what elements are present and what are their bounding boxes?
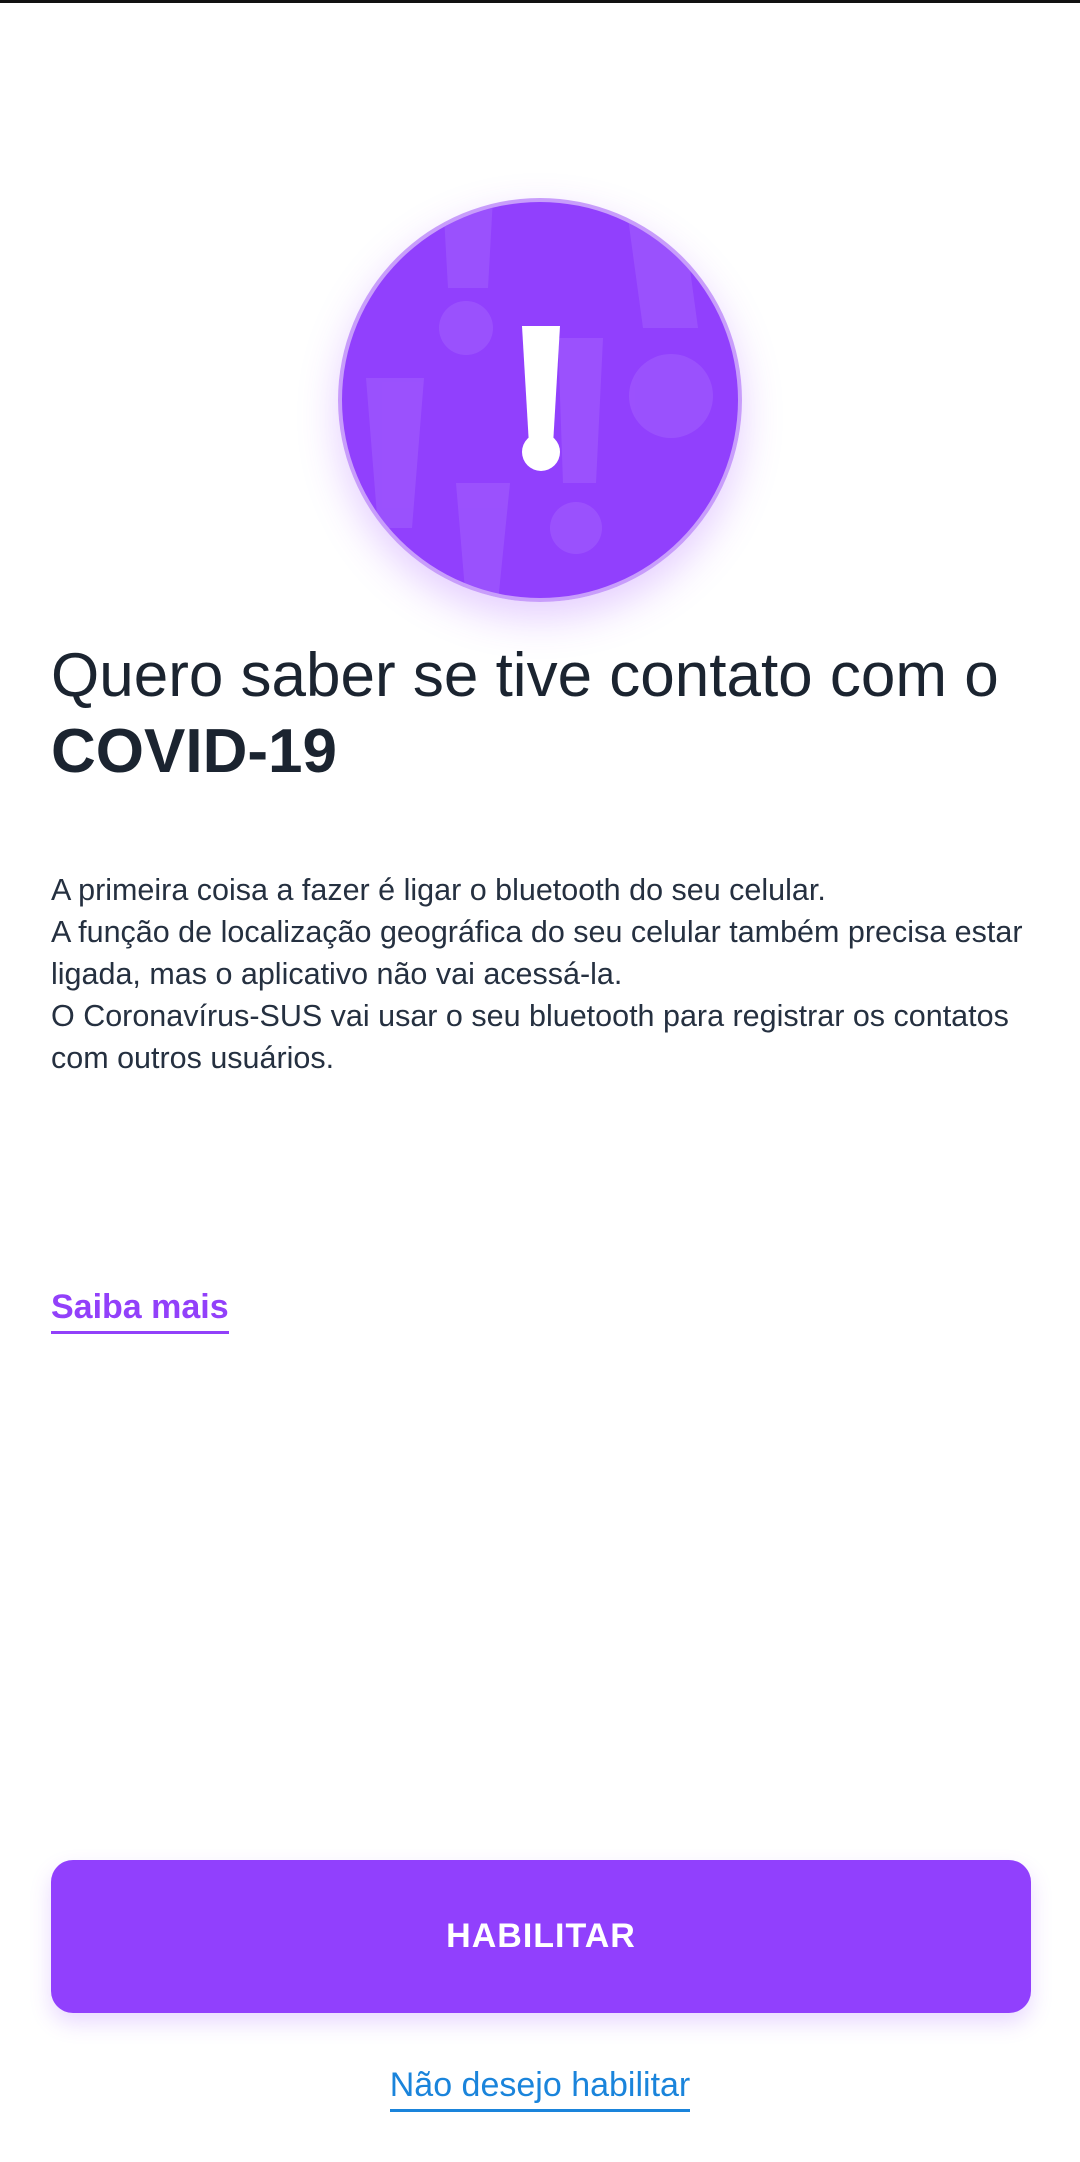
page-title: Quero saber se tive contato com o COVID-… [51,638,1041,790]
decline-link-container: Não desejo habilitar [0,2062,1080,2112]
description-paragraph-1: A primeira coisa a fazer é ligar o bluet… [51,873,826,907]
title-line-2: COVID-19 [51,717,337,786]
enable-button[interactable]: HABILITAR [51,1860,1031,2013]
exclamation-icon [338,198,742,602]
description-paragraph-2: A função de localização geográfica do se… [51,915,1023,991]
description: A primeira coisa a fazer é ligar o bluet… [51,869,1041,1079]
enable-button-label: HABILITAR [446,1917,636,1955]
top-divider [0,0,1080,3]
alert-illustration [338,198,742,602]
learn-more-link[interactable]: Saiba mais [51,1283,229,1334]
title-line-1: Quero saber se tive contato com o [51,641,999,710]
decline-link[interactable]: Não desejo habilitar [389,2062,691,2112]
description-paragraph-3: O Coronavírus-SUS vai usar o seu bluetoo… [51,999,1009,1075]
